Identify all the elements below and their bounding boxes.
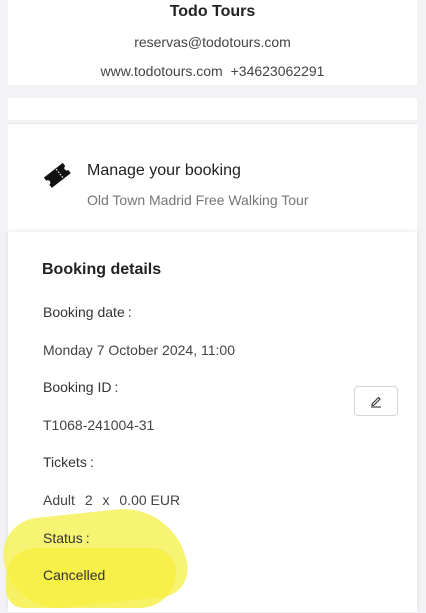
status-label: Status: <box>43 530 90 546</box>
ticket-quantity: 2 <box>84 492 93 508</box>
colon: : <box>127 304 132 320</box>
ticket-price: 0.00 EUR <box>119 492 181 508</box>
company-contact: www.todotours.com +34623062291 <box>8 63 417 79</box>
colon: : <box>85 530 90 546</box>
colon: : <box>114 379 119 395</box>
pencil-icon <box>371 396 381 408</box>
status-value: Cancelled <box>43 567 106 583</box>
ticket-type: Adult <box>43 492 75 508</box>
tickets-label: Tickets: <box>43 454 94 470</box>
ticket-multiplier: x <box>102 492 110 508</box>
manage-booking-card: Manage your booking Old Town Madrid Free… <box>8 123 417 234</box>
separator-card <box>8 98 417 120</box>
company-email-link[interactable]: reservas@todotours.com <box>8 34 417 50</box>
booking-date-label: Booking date: <box>43 304 132 320</box>
colon: : <box>89 454 94 470</box>
ticket-icon <box>43 162 71 188</box>
booking-date-value: Monday 7 October 2024, 11:00 <box>43 342 235 358</box>
manage-booking-title: Manage your booking <box>87 162 241 179</box>
booking-id-value: T1068-241004-31 <box>43 417 155 433</box>
company-header: Todo Tours reservas@todotours.com www.to… <box>8 0 417 85</box>
booking-details-title: Booking details <box>42 261 162 278</box>
tour-name: Old Town Madrid Free Walking Tour <box>87 192 309 208</box>
company-name: Todo Tours <box>169 3 256 20</box>
ticket-line: Adult 2 x 0.00 EUR <box>43 492 180 508</box>
tickets-label-text: Tickets <box>43 454 87 470</box>
status-label-text: Status <box>43 530 83 546</box>
booking-date-label-text: Booking date <box>43 304 125 320</box>
booking-id-label: Booking ID: <box>43 379 118 395</box>
company-phone-link[interactable]: +34623062291 <box>231 63 325 79</box>
edit-booking-button[interactable] <box>354 386 398 416</box>
booking-id-label-text: Booking ID <box>43 379 112 395</box>
company-website-link[interactable]: www.todotours.com <box>101 63 223 79</box>
